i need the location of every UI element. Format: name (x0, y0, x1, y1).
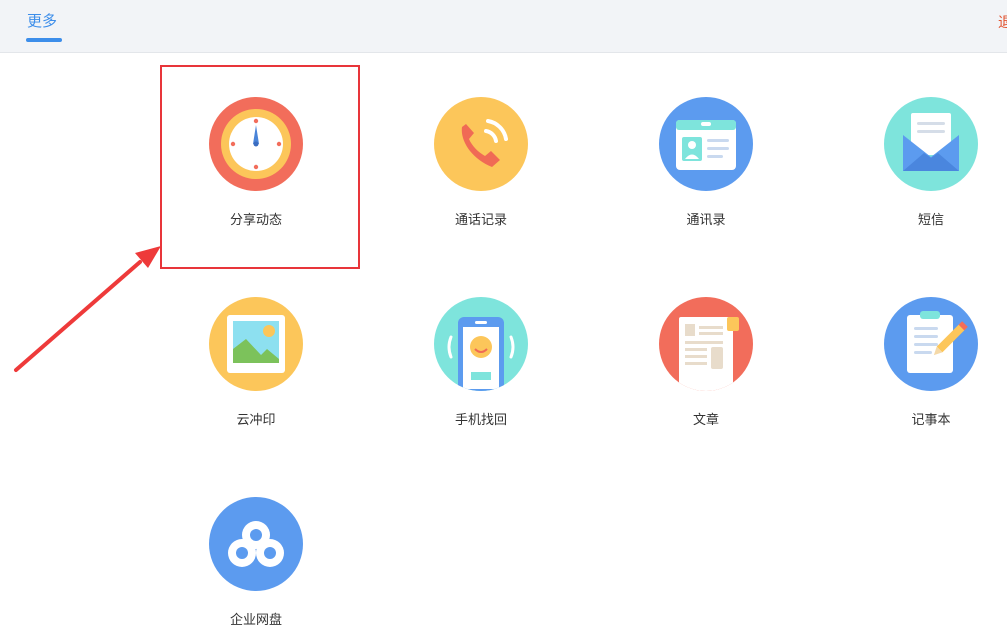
annotation-arrow-icon (0, 0, 1007, 644)
